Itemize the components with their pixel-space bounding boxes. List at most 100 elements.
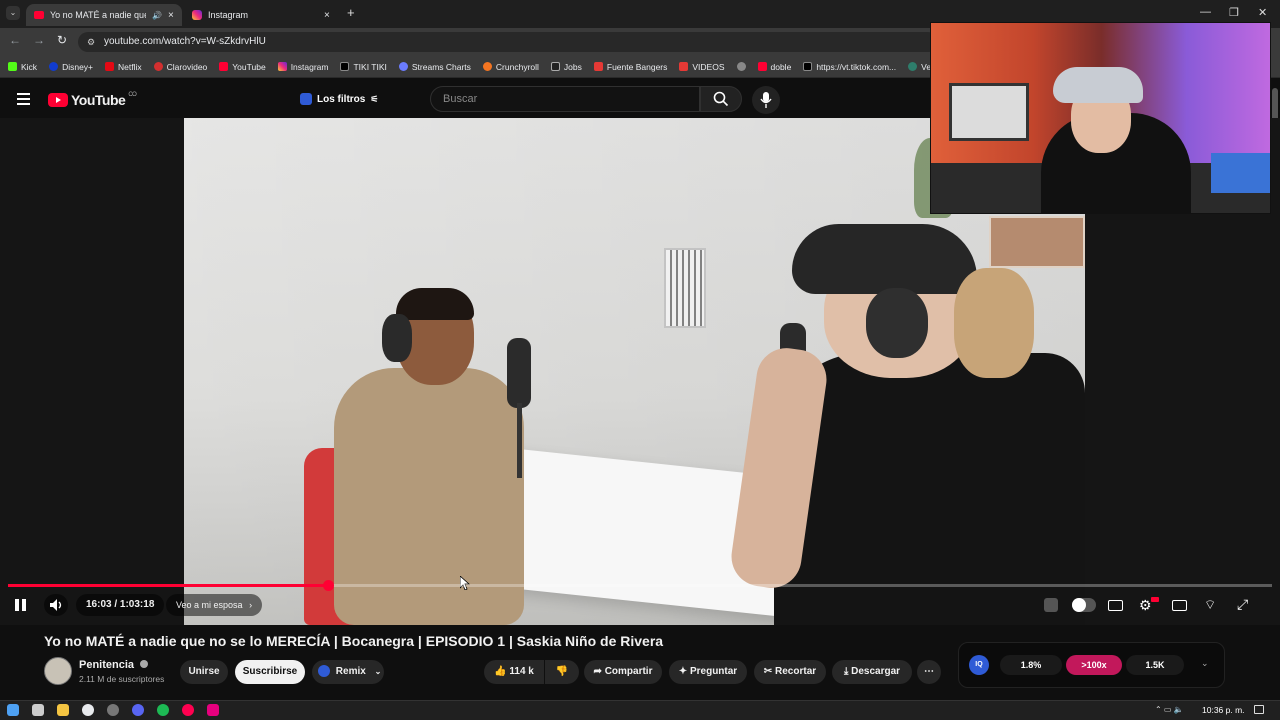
clip-button[interactable]: ✂ Recortar (754, 660, 826, 684)
tab-label: Instagram (208, 10, 249, 20)
scissors-icon: ✂ (763, 666, 773, 677)
taskbar-app-icon[interactable] (182, 704, 194, 716)
volume-button[interactable] (44, 594, 68, 616)
chevron-down-icon[interactable]: ⌄ (1201, 658, 1209, 669)
webcam-monitor (949, 83, 1029, 141)
bookmark-kick[interactable]: Kick (8, 62, 37, 72)
bookmark-doble[interactable]: doble (757, 62, 791, 72)
like-button[interactable]: 👍 114 k (484, 660, 544, 684)
woman-cap (792, 224, 977, 294)
bookmark-tiktok[interactable]: https://vt.tiktok.com... (803, 62, 896, 72)
pause-button[interactable] (14, 598, 28, 612)
subtitles-button[interactable] (1108, 600, 1123, 611)
man-hair (396, 288, 474, 320)
tab-close-icon[interactable]: × (324, 10, 330, 21)
taskbar-clock: 10:36 p. m. (1202, 705, 1245, 715)
bookmark-jobs[interactable]: Jobs (550, 62, 582, 72)
restore-icon[interactable]: ❐ (1229, 6, 1239, 19)
forward-icon[interactable]: → (33, 33, 45, 47)
autoplay-toggle[interactable] (1072, 598, 1096, 612)
miniplayer-button[interactable] (1172, 600, 1187, 611)
spotify-icon[interactable] (157, 704, 169, 716)
ask-button[interactable]: ✦ Preguntar (669, 660, 747, 684)
reload-icon[interactable]: ↻ (57, 33, 67, 47)
mic-stand-left (517, 403, 522, 478)
tiktok-icon[interactable] (207, 704, 219, 716)
bookmark-fuente-bangers[interactable]: Fuente Bangers (593, 62, 667, 72)
bookmark-netflix[interactable]: Netflix (105, 62, 142, 72)
discord-icon[interactable] (132, 704, 144, 716)
minimize-icon[interactable]: — (1200, 6, 1211, 18)
subscribe-button[interactable]: Suscribirse (235, 660, 305, 684)
thumbs-down-icon: 👎 (555, 666, 569, 677)
microphone-icon (760, 92, 772, 108)
tab-list-button[interactable]: ⌄ (6, 6, 20, 20)
new-tab-button[interactable]: + (347, 5, 355, 20)
progress-scrubber[interactable] (323, 580, 334, 591)
bookmark-streams-charts[interactable]: Streams Charts (398, 62, 471, 72)
channel-avatar[interactable] (44, 657, 72, 685)
webcam-person-cap (1053, 67, 1143, 103)
fullscreen-icon[interactable]: ⤢ (1237, 596, 1248, 613)
address-bar[interactable]: ⚙ youtube.com/watch?v=W-sZkdrvHlU (78, 32, 938, 52)
iq-stats-icon[interactable]: IQ (969, 655, 989, 675)
more-icon: ⋯ (924, 666, 934, 677)
cast-icon[interactable]: ⌔ (1204, 597, 1216, 613)
time-display: 16:03 / 1:03:18 (76, 594, 165, 616)
chevron-down-icon: ⌄ (374, 667, 382, 676)
file-explorer-icon[interactable] (57, 704, 69, 716)
bookmark-tiki-tiki[interactable]: TIKI TIKI (340, 62, 387, 72)
bookmark-videos[interactable]: VIDEOS (679, 62, 725, 72)
headphones-woman (866, 288, 928, 358)
youtube-play-icon (48, 93, 68, 107)
headphones-man (382, 314, 412, 362)
tab-youtube[interactable]: Yo no MATÉ a nadie que no 🔊 × (26, 4, 182, 26)
instagram-favicon-icon (192, 10, 202, 20)
speaker-icon[interactable]: 🔊 (152, 11, 162, 20)
tab-close-icon[interactable]: × (168, 10, 174, 21)
close-window-icon[interactable]: ✕ (1258, 6, 1267, 19)
hd-badge (1151, 597, 1159, 602)
bookmark-globe[interactable] (736, 62, 746, 71)
join-button[interactable]: Unirse (180, 660, 228, 684)
stat-ratio: >100x (1066, 655, 1122, 675)
share-button[interactable]: ➦ Compartir (584, 660, 662, 684)
notification-icon[interactable] (1254, 705, 1264, 714)
woman-hair (954, 268, 1034, 378)
download-icon: ⤓ (843, 666, 849, 677)
iq-icon (300, 93, 312, 105)
menu-icon[interactable] (17, 93, 30, 105)
sliders-icon: ⚟ (370, 93, 379, 104)
bookmark-crunchyroll[interactable]: Crunchyroll (482, 62, 539, 72)
channel-name[interactable]: Penitencia (79, 659, 149, 671)
back-icon[interactable]: ← (9, 33, 21, 47)
subscriber-count: 2.11 M de suscriptores (79, 674, 165, 684)
bookmark-clarovideo[interactable]: Clarovideo (153, 62, 207, 72)
chapter-button[interactable]: Veo a mi esposa › (166, 594, 263, 616)
bookmark-disney[interactable]: Disney+ (49, 62, 93, 72)
search-button[interactable] (700, 86, 742, 112)
youtube-logo[interactable]: YouTube CO (48, 92, 137, 108)
search-input[interactable]: Buscar (430, 86, 700, 112)
tray-icons[interactable]: ⌃ ▭ 🔈 (1155, 705, 1184, 714)
search-icon (713, 91, 729, 107)
bookmark-instagram[interactable]: Instagram (277, 62, 328, 72)
more-actions-button[interactable]: ⋯ (917, 660, 941, 684)
remix-button[interactable]: Remix ⌄ (312, 660, 384, 684)
iq-extension-button[interactable] (1044, 598, 1058, 612)
filters-button[interactable]: Los filtros ⚟ (292, 88, 386, 110)
taskbar-app-icon[interactable] (107, 704, 119, 716)
pause-icon (15, 599, 19, 611)
voice-search-button[interactable] (752, 86, 780, 114)
tab-instagram[interactable]: Instagram × (184, 4, 340, 26)
verified-icon (140, 660, 149, 668)
taskbar-app-icon[interactable] (32, 704, 44, 716)
settings-button[interactable]: ⚙ (1139, 597, 1152, 614)
bookmark-youtube[interactable]: YouTube (219, 62, 266, 72)
download-button[interactable]: ⤓ Descargar (832, 660, 912, 684)
site-info-icon[interactable]: ⚙ (87, 32, 95, 52)
dislike-button[interactable]: 👎 (545, 660, 579, 684)
windows-start-icon[interactable] (7, 704, 19, 716)
chrome-icon[interactable] (82, 704, 94, 716)
chevron-right-icon: › (249, 600, 253, 610)
